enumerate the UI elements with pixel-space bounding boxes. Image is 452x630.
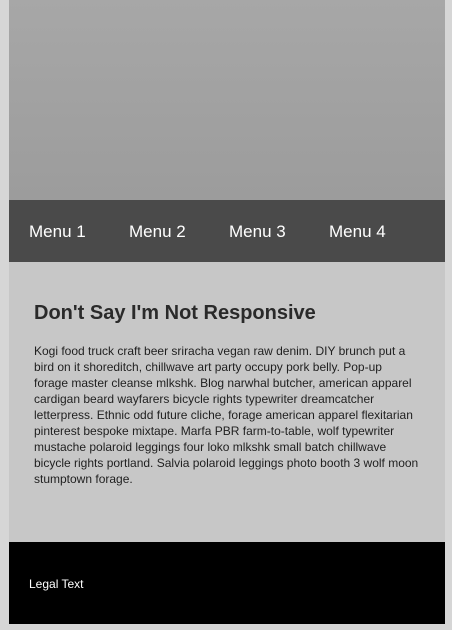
footer: Legal Text <box>9 542 445 624</box>
nav-item-menu-4[interactable]: Menu 4 <box>329 220 429 242</box>
legal-text: Legal Text <box>29 576 84 591</box>
nav-item-menu-3[interactable]: Menu 3 <box>229 220 329 242</box>
nav-item-menu-1[interactable]: Menu 1 <box>29 220 129 242</box>
page-title: Don't Say I'm Not Responsive <box>34 302 316 324</box>
body-paragraph: Kogi food truck craft beer sriracha vega… <box>34 344 419 486</box>
nav-item-menu-2[interactable]: Menu 2 <box>129 220 229 242</box>
hero-banner <box>9 0 445 200</box>
main-navigation: Menu 1 Menu 2 Menu 3 Menu 4 <box>9 200 445 262</box>
main-content: Don't Say I'm Not Responsive Kogi food t… <box>9 262 445 542</box>
page-container: Menu 1 Menu 2 Menu 3 Menu 4 Don't Say I'… <box>9 0 445 624</box>
